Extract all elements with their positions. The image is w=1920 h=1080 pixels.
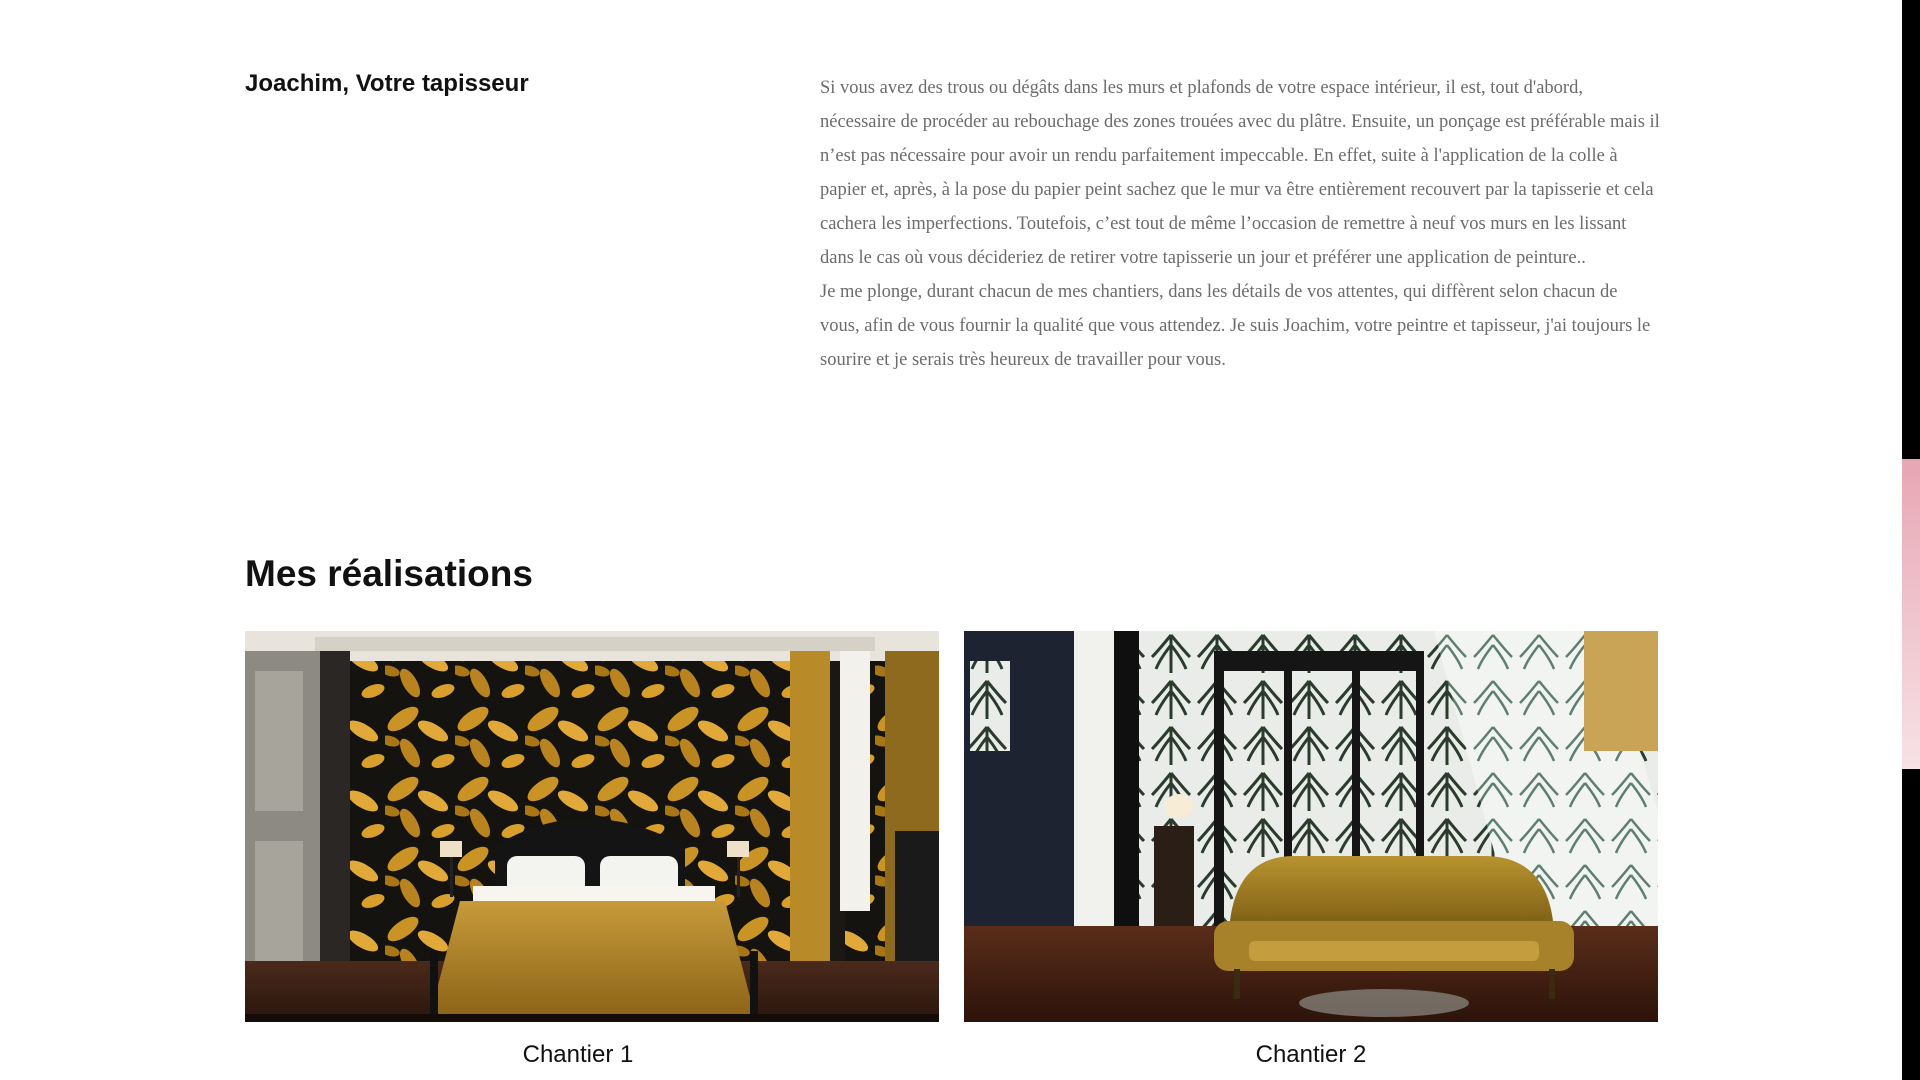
about-paragraph-1: Si vous avez des trous ou dégâts dans le…	[820, 78, 1660, 268]
bedroom-photo	[245, 631, 939, 1022]
gallery-card-1[interactable]: Chantier 1	[245, 631, 939, 1069]
scrollbar-thumb[interactable]	[1902, 459, 1920, 769]
gallery-title: Mes réalisations	[245, 553, 533, 594]
about-paragraph-2: Je me plonge, durant chacun de mes chant…	[820, 282, 1651, 370]
gallery-caption-1: Chantier 1	[522, 1041, 634, 1068]
gallery-image-2[interactable]	[964, 631, 1658, 1022]
page-scrollbar[interactable]	[1902, 0, 1920, 1080]
about-text: Si vous avez des trous ou dégâts dans le…	[820, 71, 1660, 377]
gallery-card-2[interactable]: Chantier 2	[964, 631, 1658, 1069]
gallery-caption-2: Chantier 2	[1255, 1041, 1367, 1068]
gallery-image-1[interactable]	[245, 631, 939, 1022]
about-title: Joachim, Votre tapisseur	[245, 70, 529, 97]
page: Joachim, Votre tapisseur Si vous avez de…	[0, 0, 1902, 1080]
sofa-room-photo	[964, 631, 1658, 1022]
